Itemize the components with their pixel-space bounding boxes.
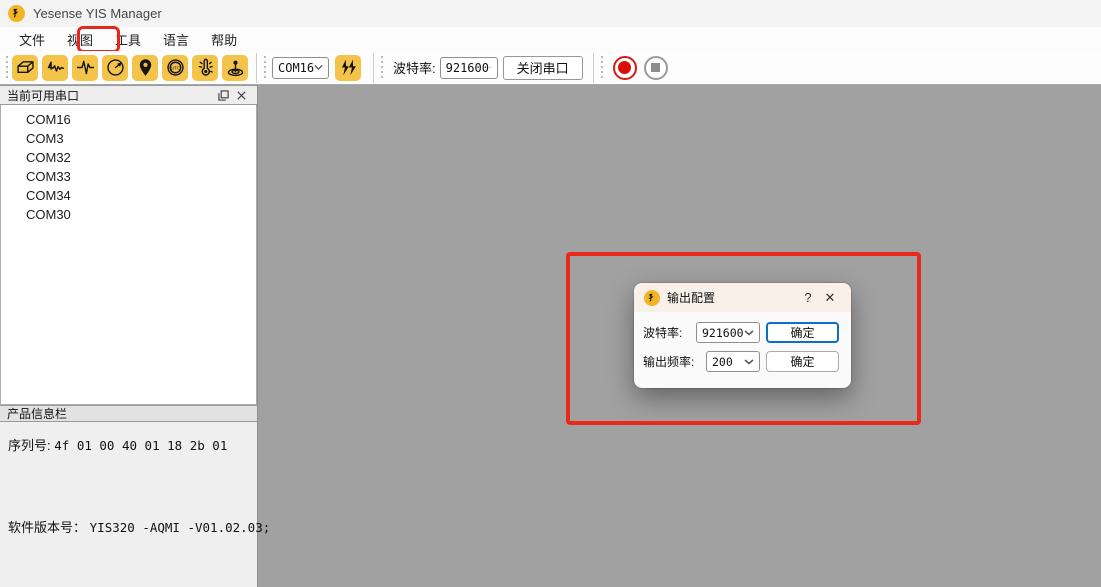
close-serial-button[interactable]: 关闭串口 [503, 56, 583, 80]
serial-number-value: 4f 01 00 40 01 18 2b 01 [54, 438, 227, 453]
port-list-item[interactable]: COM30 [1, 205, 256, 224]
port-list-item[interactable]: COM16 [1, 110, 256, 129]
toolbar-separator [593, 53, 594, 83]
dock-close-icon[interactable] [232, 87, 250, 103]
baud-rate-select[interactable]: 921600 [440, 57, 498, 79]
record-icon [618, 61, 631, 74]
location-pin-icon [135, 57, 156, 78]
baud-rate-row: 波特率: 921600 确定 [634, 324, 851, 341]
toolbar-separator [373, 53, 374, 83]
toolbar: UTC COM16 [0, 51, 1101, 85]
cube-3d-icon [15, 57, 36, 78]
port-list-item[interactable]: COM33 [1, 167, 256, 186]
software-version-label: 软件版本号： [8, 520, 86, 535]
serial-number-label: 序列号: [8, 438, 51, 453]
dock-title: 当前可用串口 [7, 87, 214, 104]
toolbar-grip[interactable] [263, 56, 268, 80]
joystick-button[interactable] [222, 55, 248, 81]
joystick-icon [225, 57, 246, 78]
pulse-waveform-button[interactable] [72, 55, 98, 81]
toolbar-grip[interactable] [5, 56, 10, 80]
port-list-item[interactable]: COM32 [1, 148, 256, 167]
port-list: COM16 COM3 COM32 COM33 COM34 COM30 [0, 105, 257, 405]
pulse-waveform-icon [75, 57, 96, 78]
toolbar-grip[interactable] [600, 56, 605, 80]
menu-help[interactable]: 帮助 [200, 27, 248, 52]
dialog-frequency-value: 200 [712, 355, 733, 369]
thermometer-button[interactable] [192, 55, 218, 81]
menu-bar: 文件 视图 工具 语言 帮助 [0, 27, 1101, 51]
dialog-frequency-ok-button[interactable]: 确定 [766, 351, 839, 372]
thermometer-icon [195, 57, 216, 78]
serial-number-line: 序列号: 4f 01 00 40 01 18 2b 01 [8, 435, 249, 454]
chevron-down-icon [489, 64, 492, 71]
dialog-help-button[interactable]: ? [797, 290, 819, 305]
stop-button[interactable] [644, 56, 668, 80]
toolbar-separator [256, 53, 257, 83]
app-window: Yesense YIS Manager 文件 视图 工具 语言 帮助 [0, 0, 1101, 587]
dialog-baud-label: 波特率: [643, 324, 682, 341]
product-info-body: 序列号: 4f 01 00 40 01 18 2b 01 软件版本号： YIS3… [0, 422, 257, 536]
output-config-dialog: 输出配置 ? ✕ 波特率: 921600 确定 输出频率: 200 确定 [634, 283, 851, 388]
refresh-ports-button[interactable] [335, 55, 361, 81]
dialog-baud-select[interactable]: 921600 [696, 322, 760, 343]
menu-language[interactable]: 语言 [152, 27, 200, 52]
utc-clock-button[interactable]: UTC [162, 55, 188, 81]
toolbar-grip[interactable] [380, 56, 385, 80]
dialog-title: 输出配置 [667, 289, 797, 306]
software-version-value: YIS320 -AQMI -V01.02.03; [90, 520, 271, 535]
record-button[interactable] [613, 56, 637, 80]
window-title: Yesense YIS Manager [33, 6, 162, 21]
stop-icon [651, 63, 660, 72]
location-pin-button[interactable] [132, 55, 158, 81]
dialog-baud-ok-button[interactable]: 确定 [766, 322, 839, 343]
utc-clock-icon: UTC [165, 57, 186, 78]
cube-3d-button[interactable] [12, 55, 38, 81]
app-logo-icon [8, 5, 25, 22]
title-bar: Yesense YIS Manager [0, 0, 1101, 27]
dock-float-icon[interactable] [214, 87, 232, 103]
product-info-header: 产品信息栏 [0, 405, 257, 422]
refresh-bolts-icon [338, 57, 359, 78]
dialog-close-icon[interactable]: ✕ [819, 290, 841, 306]
port-list-item[interactable]: COM34 [1, 186, 256, 205]
port-list-item[interactable]: COM3 [1, 129, 256, 148]
menu-file[interactable]: 文件 [8, 27, 56, 52]
output-frequency-row: 输出频率: 200 确定 [634, 353, 851, 370]
dock-header: 当前可用串口 [0, 85, 257, 105]
baud-rate-label: 波特率: [393, 58, 436, 77]
angle-waveform-button[interactable] [42, 55, 68, 81]
dialog-frequency-label: 输出频率: [643, 353, 694, 370]
com-port-select[interactable]: COM16 [272, 57, 329, 79]
dialog-title-bar: 输出配置 ? ✕ [634, 283, 851, 312]
chevron-down-icon [314, 64, 323, 71]
menu-view[interactable]: 视图 [56, 27, 104, 52]
dialog-frequency-select[interactable]: 200 [706, 351, 760, 372]
software-version-line: 软件版本号： YIS320 -AQMI -V01.02.03; [8, 517, 249, 536]
menu-tools[interactable]: 工具 [104, 27, 152, 52]
svg-text:UTC: UTC [170, 65, 180, 71]
com-port-value: COM16 [278, 61, 314, 75]
gauge-icon [105, 57, 126, 78]
baud-rate-value: 921600 [446, 61, 489, 75]
serial-ports-dock: 当前可用串口 COM16 COM3 COM32 COM33 COM34 COM3… [0, 85, 258, 587]
angle-waveform-icon [45, 57, 66, 78]
dialog-baud-value: 921600 [702, 326, 744, 340]
dialog-app-logo-icon [644, 290, 660, 306]
gauge-button[interactable] [102, 55, 128, 81]
chevron-down-icon [744, 330, 754, 336]
chevron-down-icon [744, 359, 754, 365]
